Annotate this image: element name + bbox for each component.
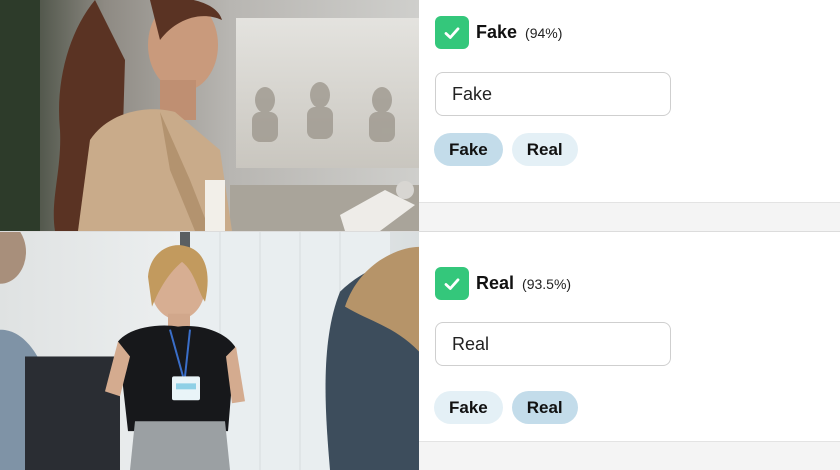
result-photo-1 <box>0 0 419 231</box>
result-photo-2 <box>0 232 419 470</box>
result-card-2: Real (93.5%) Real Fake Real <box>0 231 840 470</box>
option-chip-real[interactable]: Real <box>511 133 578 166</box>
prediction-2: Real (93.5%) <box>435 267 571 300</box>
result-panel-1: Fake (94%) Fake Fake Real <box>419 0 840 232</box>
prediction-label: Real <box>476 273 515 293</box>
photo-woman-blazer <box>0 0 419 231</box>
prediction-confidence: (94%) <box>525 24 563 41</box>
prediction-1: Fake (94%) <box>435 16 562 49</box>
checkmark-icon <box>435 267 469 300</box>
result-card-1: Fake (94%) Fake Fake Real <box>0 0 840 232</box>
option-chip-fake[interactable]: Fake <box>434 133 503 166</box>
panel-footer <box>419 441 840 470</box>
answer-field[interactable]: Fake <box>435 72 671 116</box>
option-chips: Fake Real <box>434 133 578 166</box>
prediction-label: Fake <box>476 22 518 42</box>
answer-field[interactable]: Real <box>435 322 671 366</box>
option-chip-fake[interactable]: Fake <box>434 391 503 424</box>
prediction-confidence: (93.5%) <box>522 275 572 292</box>
result-panel-2: Real (93.5%) Real Fake Real <box>419 232 840 470</box>
photo-presenter-lanyard <box>0 232 419 470</box>
option-chips: Fake Real <box>434 391 578 424</box>
panel-footer <box>419 202 840 232</box>
option-chip-real[interactable]: Real <box>511 391 578 424</box>
checkmark-icon <box>435 16 469 49</box>
